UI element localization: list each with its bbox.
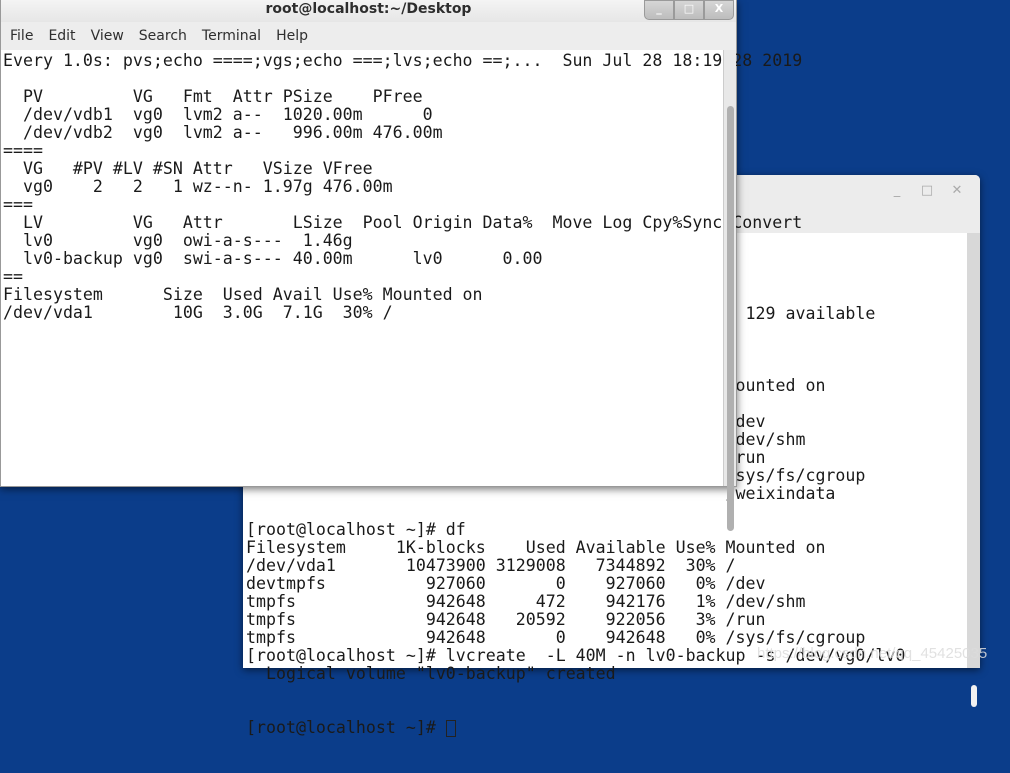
terminal-line: lv0 vg0 owi-a-s--- 1.46g (3, 231, 353, 250)
terminal-line: /dev/vdb1 vg0 lvm2 a-- 1020.00m 0 (3, 105, 433, 124)
terminal-output[interactable]: Every 1.0s: pvs;echo ====;vgs;echo ===;l… (3, 52, 802, 322)
watermark: https://blog.csdn.net/qq_45425035 (757, 645, 988, 662)
minimize-icon[interactable]: _ (882, 183, 912, 198)
scrollbar[interactable] (723, 50, 736, 531)
terminal-line: Logical volume "lv0-backup" created (246, 664, 616, 683)
terminal-line: LV VG Attr LSize Pool Origin Data% Move … (3, 213, 803, 232)
terminal-line: /dev/vda1 10G 3.0G 7.1G 30% / (3, 303, 393, 322)
terminal-line: Filesystem 1K-blocks Used Available Use%… (246, 538, 826, 557)
terminal-line: lv0-backup vg0 swi-a-s--- 40.00m lv0 0.0… (3, 249, 543, 268)
menu-terminal[interactable]: Terminal (202, 28, 261, 44)
terminal-line: PV VG Fmt Attr PSize PFree (3, 87, 423, 106)
title-bar[interactable]: root@localhost:~/Desktop _ □ X (1, 0, 736, 22)
terminal-line: ​ (3, 70, 802, 88)
terminal-line: [root@localhost ~]# df (246, 520, 466, 539)
close-button[interactable]: X (704, 0, 734, 20)
terminal-line: /dev/vdb2 vg0 lvm2 a-- 996.00m 476.00m (3, 123, 443, 142)
terminal-line: vg0 2 2 1 wz--n- 1.97g 476.00m (3, 177, 393, 196)
terminal-line: VG #PV #LV #SN Attr VSize VFree (3, 159, 373, 178)
menu-bar: File Edit View Search Terminal Help (1, 22, 736, 50)
terminal-line: === (3, 195, 33, 214)
text-cursor (445, 720, 456, 737)
menu-search[interactable]: Search (139, 28, 187, 44)
prompt-line[interactable]: [root@localhost ~]# (246, 719, 905, 737)
close-icon[interactable]: ✕ (942, 183, 972, 198)
terminal-line: devtmpfs 927060 0 927060 0% /dev (246, 574, 766, 593)
terminal-line: /dev/vda1 10473900 3129008 7344892 30% / (246, 556, 736, 575)
window-title: root@localhost:~/Desktop (265, 1, 472, 17)
menu-view[interactable]: View (91, 28, 124, 44)
terminal-line: tmpfs 942648 20592 922056 3% /run (246, 610, 766, 629)
terminal-line: == (3, 267, 23, 286)
background-terminal-output[interactable]: [root@localhost ~]# df Filesystem 1K-bloc… (246, 485, 905, 773)
background-scrollbar[interactable] (967, 233, 980, 707)
menu-help[interactable]: Help (276, 28, 308, 44)
menu-edit[interactable]: Edit (48, 28, 75, 44)
maximize-icon[interactable]: □ (912, 183, 942, 198)
minimize-button[interactable]: _ (644, 0, 674, 20)
scrollbar-thumb[interactable] (727, 106, 734, 531)
scrollbar-thumb[interactable] (971, 685, 977, 707)
maximize-button[interactable]: □ (674, 0, 704, 20)
terminal-line: Filesystem Size Used Avail Use% Mounted … (3, 285, 483, 304)
terminal-line: Every 1.0s: pvs;echo ====;vgs;echo ===;l… (3, 51, 803, 70)
front-terminal-window[interactable]: root@localhost:~/Desktop _ □ X File Edit… (0, 0, 802, 531)
terminal-line: tmpfs 942648 472 942176 1% /dev/shm (246, 592, 806, 611)
menu-file[interactable]: File (10, 28, 33, 44)
terminal-line: ==== (3, 141, 43, 160)
